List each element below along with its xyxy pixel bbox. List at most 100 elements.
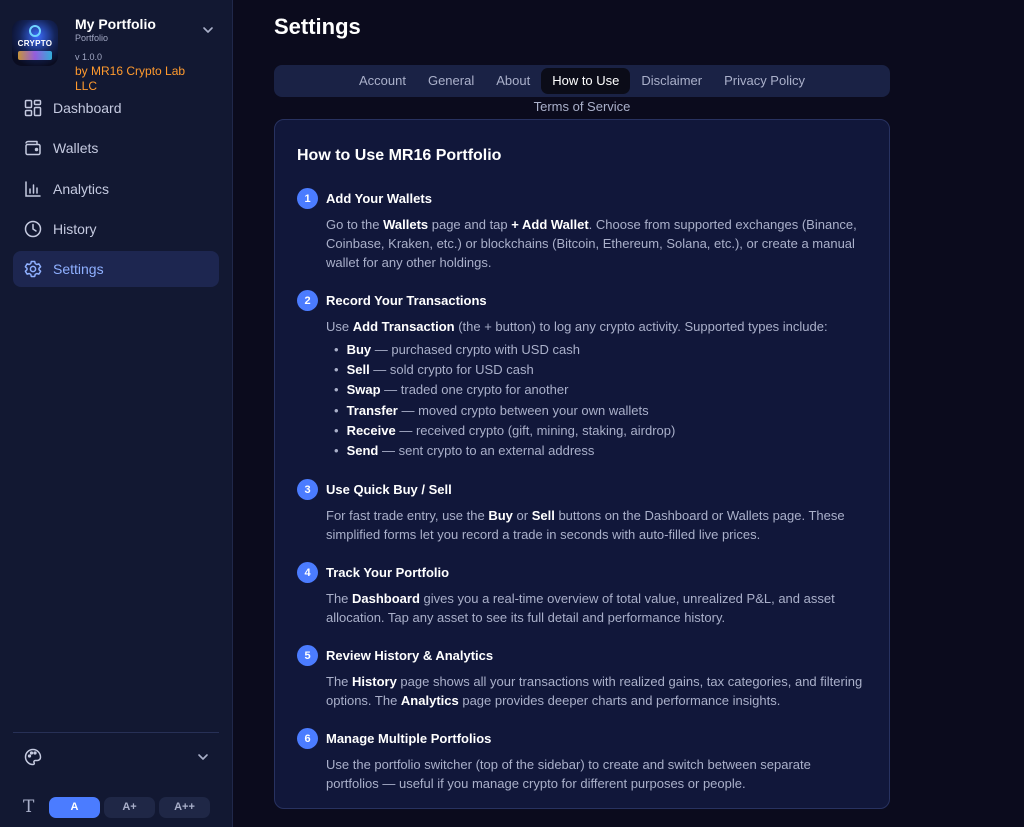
- bold-text: Transfer: [346, 402, 398, 418]
- bold-text: Add Transaction: [352, 319, 455, 334]
- text: page provides deeper charts and performa…: [458, 693, 781, 709]
- bold-text: Wallets: [383, 217, 429, 232]
- text: — purchased crypto with USD cash: [371, 342, 580, 357]
- transaction-types-list: Buy — purchased crypto with USD cash Sel…: [326, 340, 867, 461]
- bold-text: + Add Wallet: [511, 217, 589, 232]
- theme-selector[interactable]: [13, 733, 219, 781]
- list-item: Buy — purchased crypto with USD cash: [334, 340, 867, 360]
- sidebar-item-label: Settings: [53, 261, 104, 278]
- text: Use: [326, 319, 353, 334]
- bold-text: History: [352, 674, 397, 690]
- step-body: Record Your Transactions Use Add Transac…: [326, 290, 867, 461]
- text: (the + button) to log any crypto activit…: [454, 319, 828, 334]
- text: The: [326, 674, 353, 690]
- sidebar-item-label: Analytics: [53, 180, 110, 197]
- list-item: Send — sent crypto to an external addres…: [334, 441, 867, 461]
- text: The: [326, 591, 353, 607]
- font-size-large-button[interactable]: A+: [104, 796, 155, 818]
- portfolio-subtitle: Portfolio: [75, 33, 109, 43]
- sidebar-item-label: Dashboard: [53, 100, 122, 116]
- bold-text: Sell: [531, 508, 555, 524]
- text: For fast trade entry, use the: [326, 508, 489, 524]
- list-item: Receive — received crypto (gift, mining,…: [334, 421, 867, 441]
- app-byline: by MR16 Crypto Lab LLC: [75, 64, 186, 93]
- card-title: How to Use MR16 Portfolio: [297, 147, 502, 164]
- tab-privacy-policy[interactable]: Privacy Policy: [713, 68, 816, 94]
- text: Go to the: [326, 217, 384, 232]
- sidebar-item-label: History: [53, 220, 97, 237]
- bold-text: Buy: [346, 342, 372, 357]
- tab-about[interactable]: About: [485, 68, 541, 94]
- text: — sold crypto for USD cash: [369, 362, 534, 378]
- text: — traded one crypto for another: [380, 382, 569, 398]
- tab-terms-of-service[interactable]: Terms of Service: [534, 99, 631, 114]
- sidebar-item-history[interactable]: History: [13, 211, 219, 247]
- step-record-transactions: 2 Record Your Transactions Use Add Trans…: [297, 290, 867, 461]
- tab-disclaimer[interactable]: Disclaimer: [630, 68, 713, 94]
- step-description: The Dashboard gives you a real-time over…: [326, 589, 867, 627]
- step-track-portfolio: 4 Track Your Portfolio The Dashboard giv…: [297, 562, 867, 627]
- font-size-xlarge-button[interactable]: A++: [159, 796, 210, 818]
- step-title: Record Your Transactions: [326, 293, 487, 308]
- bold-text: Analytics: [400, 693, 459, 709]
- chevron-down-icon[interactable]: [200, 22, 216, 38]
- step-add-wallets: 1 Add Your Wallets Go to the Wallets pag…: [297, 188, 867, 272]
- logo-coin-icon: [29, 25, 41, 37]
- step-title: Use Quick Buy / Sell: [326, 482, 452, 498]
- step-body: Manage Multiple Portfolios Use the portf…: [326, 728, 867, 793]
- tab-how-to-use[interactable]: How to Use: [541, 68, 631, 94]
- sidebar-item-settings[interactable]: Settings: [13, 251, 219, 288]
- list-item: Swap — traded one crypto for another: [334, 380, 867, 400]
- step-review-history: 5 Review History & Analytics The History…: [297, 645, 867, 710]
- sidebar-item-label: Wallets: [53, 140, 99, 157]
- list-item: Sell — sold crypto for USD cash: [334, 360, 867, 380]
- portfolio-name: My Portfolio: [75, 16, 156, 32]
- step-title: Track Your Portfolio: [326, 565, 450, 581]
- step-title: Add Your Wallets: [326, 191, 432, 206]
- portfolio-logo: CRYPTO: [12, 20, 58, 66]
- step-body: Use Quick Buy / Sell For fast trade entr…: [326, 479, 867, 544]
- step-multiple-portfolios: 6 Manage Multiple Portfolios Use the por…: [297, 728, 867, 793]
- sidebar-footer: T A A+ A++: [13, 732, 219, 819]
- font-size-normal-button[interactable]: A: [49, 796, 100, 818]
- bold-text: Sell: [346, 362, 370, 378]
- tabs-overflow-row: Terms of Service: [274, 99, 890, 114]
- bar-chart-icon: [25, 180, 41, 197]
- page-title: Settings: [274, 14, 361, 39]
- text: — sent crypto to an external address: [378, 443, 595, 459]
- gear-icon: [24, 260, 42, 278]
- step-title: Manage Multiple Portfolios: [326, 731, 492, 747]
- sidebar-nav: Dashboard Wallets Analytics History Sett…: [0, 88, 232, 288]
- sidebar: CRYPTO My Portfolio Portfolio v 1.0.0 by…: [0, 0, 233, 827]
- settings-tabs: Account General About How to Use Disclai…: [274, 65, 890, 97]
- logo-text: CRYPTO: [17, 39, 53, 48]
- sidebar-item-dashboard[interactable]: Dashboard: [13, 90, 219, 126]
- step-number: 3: [297, 479, 318, 501]
- step-number: 2: [297, 290, 318, 311]
- logo-base: [18, 51, 52, 60]
- wallet-icon: [25, 141, 41, 156]
- bold-text: Send: [346, 443, 379, 459]
- portfolio-switcher[interactable]: CRYPTO My Portfolio Portfolio v 1.0.0 by…: [0, 0, 232, 93]
- bold-text: Dashboard: [352, 591, 420, 607]
- font-size-icon: T: [23, 797, 35, 817]
- text: — received crypto (gift, mining, staking…: [395, 422, 676, 438]
- step-body: Track Your Portfolio The Dashboard gives…: [326, 562, 867, 627]
- bold-text: Receive: [346, 422, 396, 438]
- text: — moved crypto between your own wallets: [397, 402, 649, 418]
- step-description: For fast trade entry, use the Buy or Sel…: [326, 506, 867, 544]
- tab-account[interactable]: Account: [348, 68, 417, 94]
- text: page and tap: [428, 217, 512, 232]
- tab-general[interactable]: General: [417, 68, 485, 94]
- sidebar-item-wallets[interactable]: Wallets: [13, 130, 219, 166]
- font-size-selector: T A A+ A++: [13, 795, 219, 819]
- step-description: Go to the Wallets page and tap + Add Wal…: [326, 215, 867, 272]
- step-number: 1: [297, 188, 318, 209]
- app-version: v 1.0.0: [75, 52, 103, 62]
- step-body: Add Your Wallets Go to the Wallets page …: [326, 188, 867, 272]
- palette-icon: [24, 748, 42, 766]
- sidebar-item-analytics[interactable]: Analytics: [13, 171, 219, 207]
- step-number: 5: [297, 645, 318, 667]
- step-description: Use the portfolio switcher (top of the s…: [326, 757, 811, 792]
- list-item: Transfer — moved crypto between your own…: [334, 401, 867, 421]
